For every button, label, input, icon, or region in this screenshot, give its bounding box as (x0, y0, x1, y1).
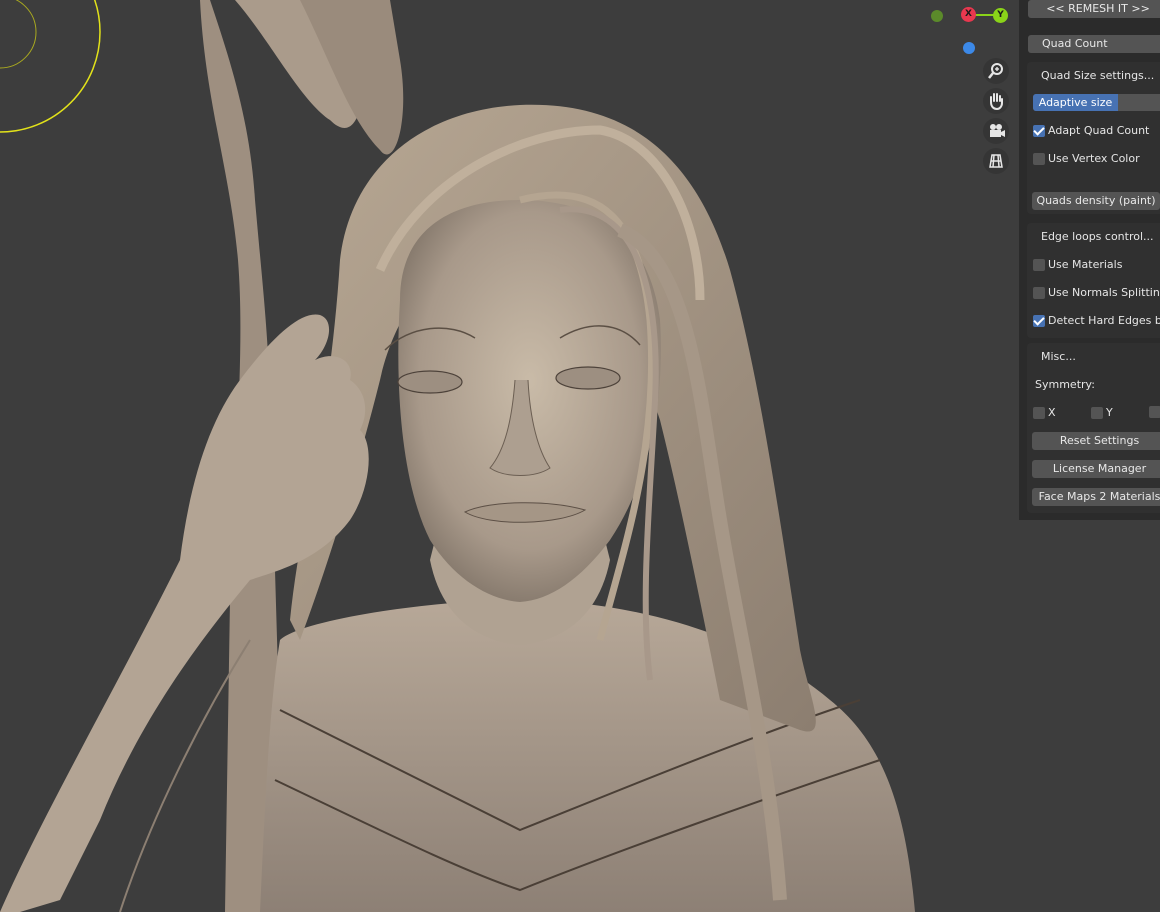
use-materials-label: Use Materials (1048, 258, 1123, 271)
zoom-button[interactable] (983, 58, 1009, 84)
use-normals-splitting-row[interactable]: Use Normals Splitting (1033, 286, 1160, 299)
quad-count-button[interactable]: Quad Count (1028, 35, 1160, 53)
reset-settings-button[interactable]: Reset Settings (1032, 432, 1160, 450)
torso (260, 600, 915, 912)
symmetry-x-checkbox[interactable] (1033, 406, 1045, 419)
3d-viewport[interactable]: X Y (0, 0, 1160, 912)
detect-hard-edges-checkbox[interactable] (1033, 314, 1045, 327)
use-vertex-color-checkbox[interactable] (1033, 152, 1045, 165)
hand-pan-icon (990, 93, 1003, 111)
x-axis-button[interactable]: X (961, 7, 976, 22)
misc-group: Misc... Symmetry: X Y Reset Settings Lic… (1027, 343, 1160, 513)
use-materials-checkbox[interactable] (1033, 258, 1045, 271)
use-normals-splitting-checkbox[interactable] (1033, 286, 1045, 299)
adapt-quad-count-label: Adapt Quad Count (1048, 124, 1150, 137)
adapt-quad-count-row[interactable]: Adapt Quad Count (1033, 124, 1149, 137)
adapt-quad-count-checkbox[interactable] (1033, 124, 1045, 137)
symmetry-z-checkbox[interactable] (1149, 406, 1160, 418)
detect-hard-edges-row[interactable]: Detect Hard Edges by (1033, 314, 1160, 327)
use-normals-splitting-label: Use Normals Splitting (1048, 286, 1160, 299)
neg-y-axis-dot[interactable] (931, 10, 943, 22)
symmetry-y-label: Y (1106, 406, 1113, 419)
symmetry-y-row[interactable]: Y (1091, 406, 1113, 419)
edge-loops-control-group: Edge loops control... Use Materials Use … (1027, 223, 1160, 338)
license-manager-button[interactable]: License Manager (1032, 460, 1160, 478)
grid-ortho-icon (989, 154, 1003, 168)
symmetry-z-row[interactable] (1149, 406, 1160, 418)
use-materials-row[interactable]: Use Materials (1033, 258, 1122, 271)
edge-loops-control-title[interactable]: Edge loops control... (1041, 230, 1154, 243)
symmetry-x-row[interactable]: X (1033, 406, 1056, 419)
pan-button[interactable] (983, 88, 1009, 114)
symmetry-label: Symmetry: (1035, 378, 1095, 391)
use-vertex-color-row[interactable]: Use Vertex Color (1033, 152, 1140, 165)
camera-icon (990, 124, 1005, 137)
adaptive-size-option[interactable]: Adaptive size (1033, 94, 1118, 111)
ortho-toggle-button[interactable] (983, 148, 1009, 174)
quads-density-paint-button[interactable]: Quads density (paint) (1032, 192, 1160, 210)
remesh-it-header-button[interactable]: << REMESH IT >> (1028, 0, 1160, 18)
brush-cursor (0, 0, 101, 133)
symmetry-x-label: X (1048, 406, 1056, 419)
adaptive-size-toggle[interactable]: Adaptive size (1033, 94, 1160, 111)
y-axis-button[interactable]: Y (993, 8, 1008, 23)
z-axis-dot[interactable] (963, 42, 975, 54)
quad-size-settings-title[interactable]: Quad Size settings... (1041, 69, 1154, 82)
misc-title[interactable]: Misc... (1041, 350, 1076, 363)
brush-inner-cursor (0, 0, 37, 69)
camera-button[interactable] (983, 118, 1009, 144)
symmetry-y-checkbox[interactable] (1091, 406, 1103, 419)
quad-count-label: Quad Count (1042, 37, 1108, 50)
quad-size-settings-group: Quad Size settings... Adaptive size Adap… (1027, 62, 1160, 214)
zoom-icon (988, 63, 1003, 79)
face-maps-2-materials-button[interactable]: Face Maps 2 Materials (1032, 488, 1160, 506)
use-vertex-color-label: Use Vertex Color (1048, 152, 1140, 165)
detect-hard-edges-label: Detect Hard Edges by (1048, 314, 1160, 327)
